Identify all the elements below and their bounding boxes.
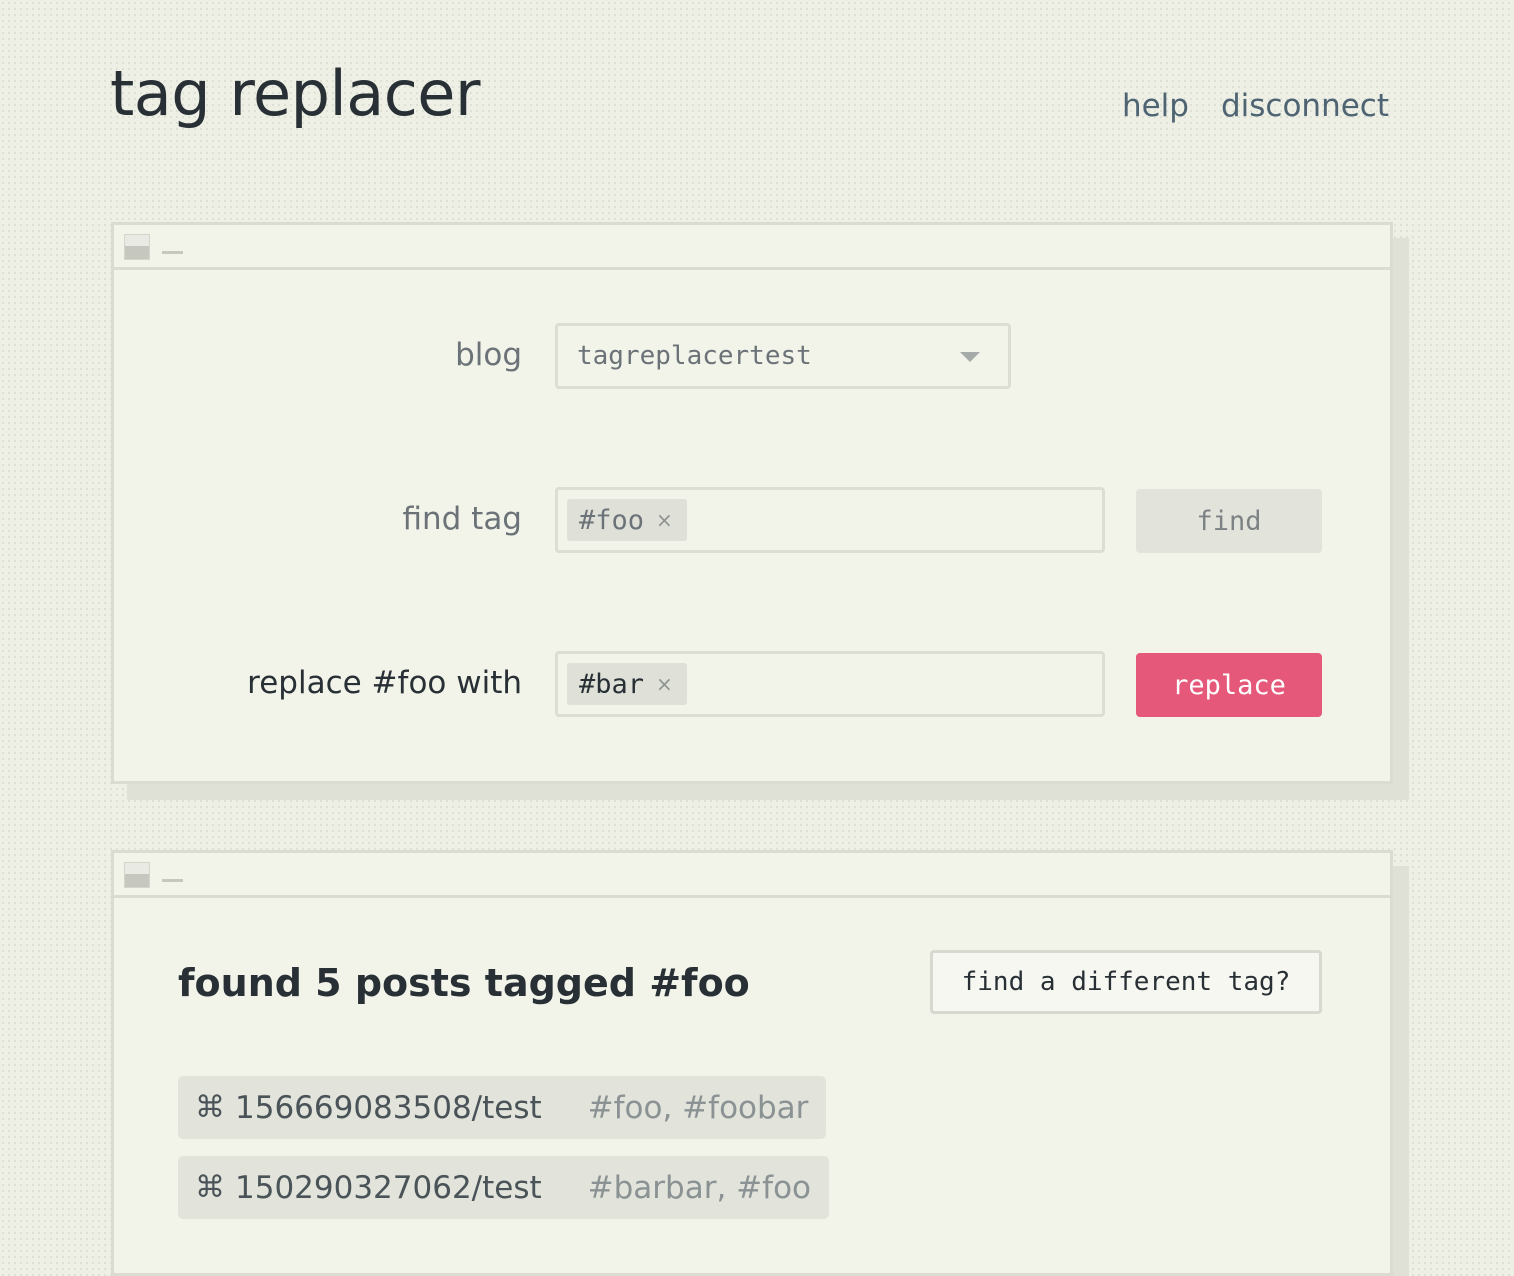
panel-titlebar bbox=[114, 225, 1390, 270]
command-icon: ⌘ bbox=[195, 1170, 225, 1205]
find-tag-input[interactable]: #foo × bbox=[555, 487, 1105, 553]
post-id: 150290327062/test bbox=[235, 1169, 542, 1206]
find-tag-label: find tag bbox=[402, 501, 522, 537]
close-icon[interactable]: × bbox=[656, 508, 673, 532]
disconnect-link[interactable]: disconnect bbox=[1221, 88, 1389, 124]
find-tag-chip: #foo × bbox=[567, 499, 687, 541]
find-different-tag-button[interactable]: find a different tag? bbox=[930, 950, 1322, 1014]
blog-label: blog bbox=[455, 337, 522, 373]
help-link[interactable]: help bbox=[1122, 88, 1189, 124]
replace-form-panel: blog tagreplacertest find tag #foo × fin… bbox=[111, 222, 1393, 784]
post-id: 156669083508/test bbox=[235, 1089, 542, 1126]
results-panel: found 5 posts tagged #foo find a differe… bbox=[111, 850, 1393, 1276]
window-icon[interactable] bbox=[124, 234, 150, 260]
results-heading: found 5 posts tagged #foo bbox=[178, 961, 750, 1005]
app-title: tag replacer bbox=[110, 57, 480, 130]
replace-with-label: replace #foo with bbox=[247, 665, 522, 701]
replace-tag-chip-label: #bar bbox=[579, 668, 645, 700]
top-nav: help disconnect bbox=[1122, 88, 1389, 124]
window-icon[interactable] bbox=[124, 862, 150, 888]
blog-select[interactable]: tagreplacertest bbox=[555, 323, 1011, 389]
replace-tag-input[interactable]: #bar × bbox=[555, 651, 1105, 717]
post-tags: #barbar, #foo bbox=[587, 1169, 811, 1206]
list-item[interactable]: ⌘ 156669083508/test #foo, #foobar bbox=[178, 1076, 827, 1139]
minimize-icon[interactable] bbox=[162, 879, 183, 882]
minimize-icon[interactable] bbox=[162, 251, 183, 254]
find-button[interactable]: find bbox=[1136, 489, 1322, 553]
replace-button[interactable]: replace bbox=[1136, 653, 1322, 717]
blog-select-value: tagreplacertest bbox=[577, 341, 812, 371]
post-tags: #foo, #foobar bbox=[587, 1089, 809, 1126]
close-icon[interactable]: × bbox=[656, 672, 673, 696]
panel-titlebar bbox=[114, 853, 1390, 898]
post-list: ⌘ 156669083508/test #foo, #foobar ⌘ 1502… bbox=[178, 1076, 829, 1219]
caret-down-icon bbox=[960, 352, 980, 362]
command-icon: ⌘ bbox=[195, 1090, 225, 1125]
replace-tag-chip: #bar × bbox=[567, 663, 687, 705]
list-item[interactable]: ⌘ 150290327062/test #barbar, #foo bbox=[178, 1156, 829, 1219]
find-tag-chip-label: #foo bbox=[579, 504, 645, 536]
